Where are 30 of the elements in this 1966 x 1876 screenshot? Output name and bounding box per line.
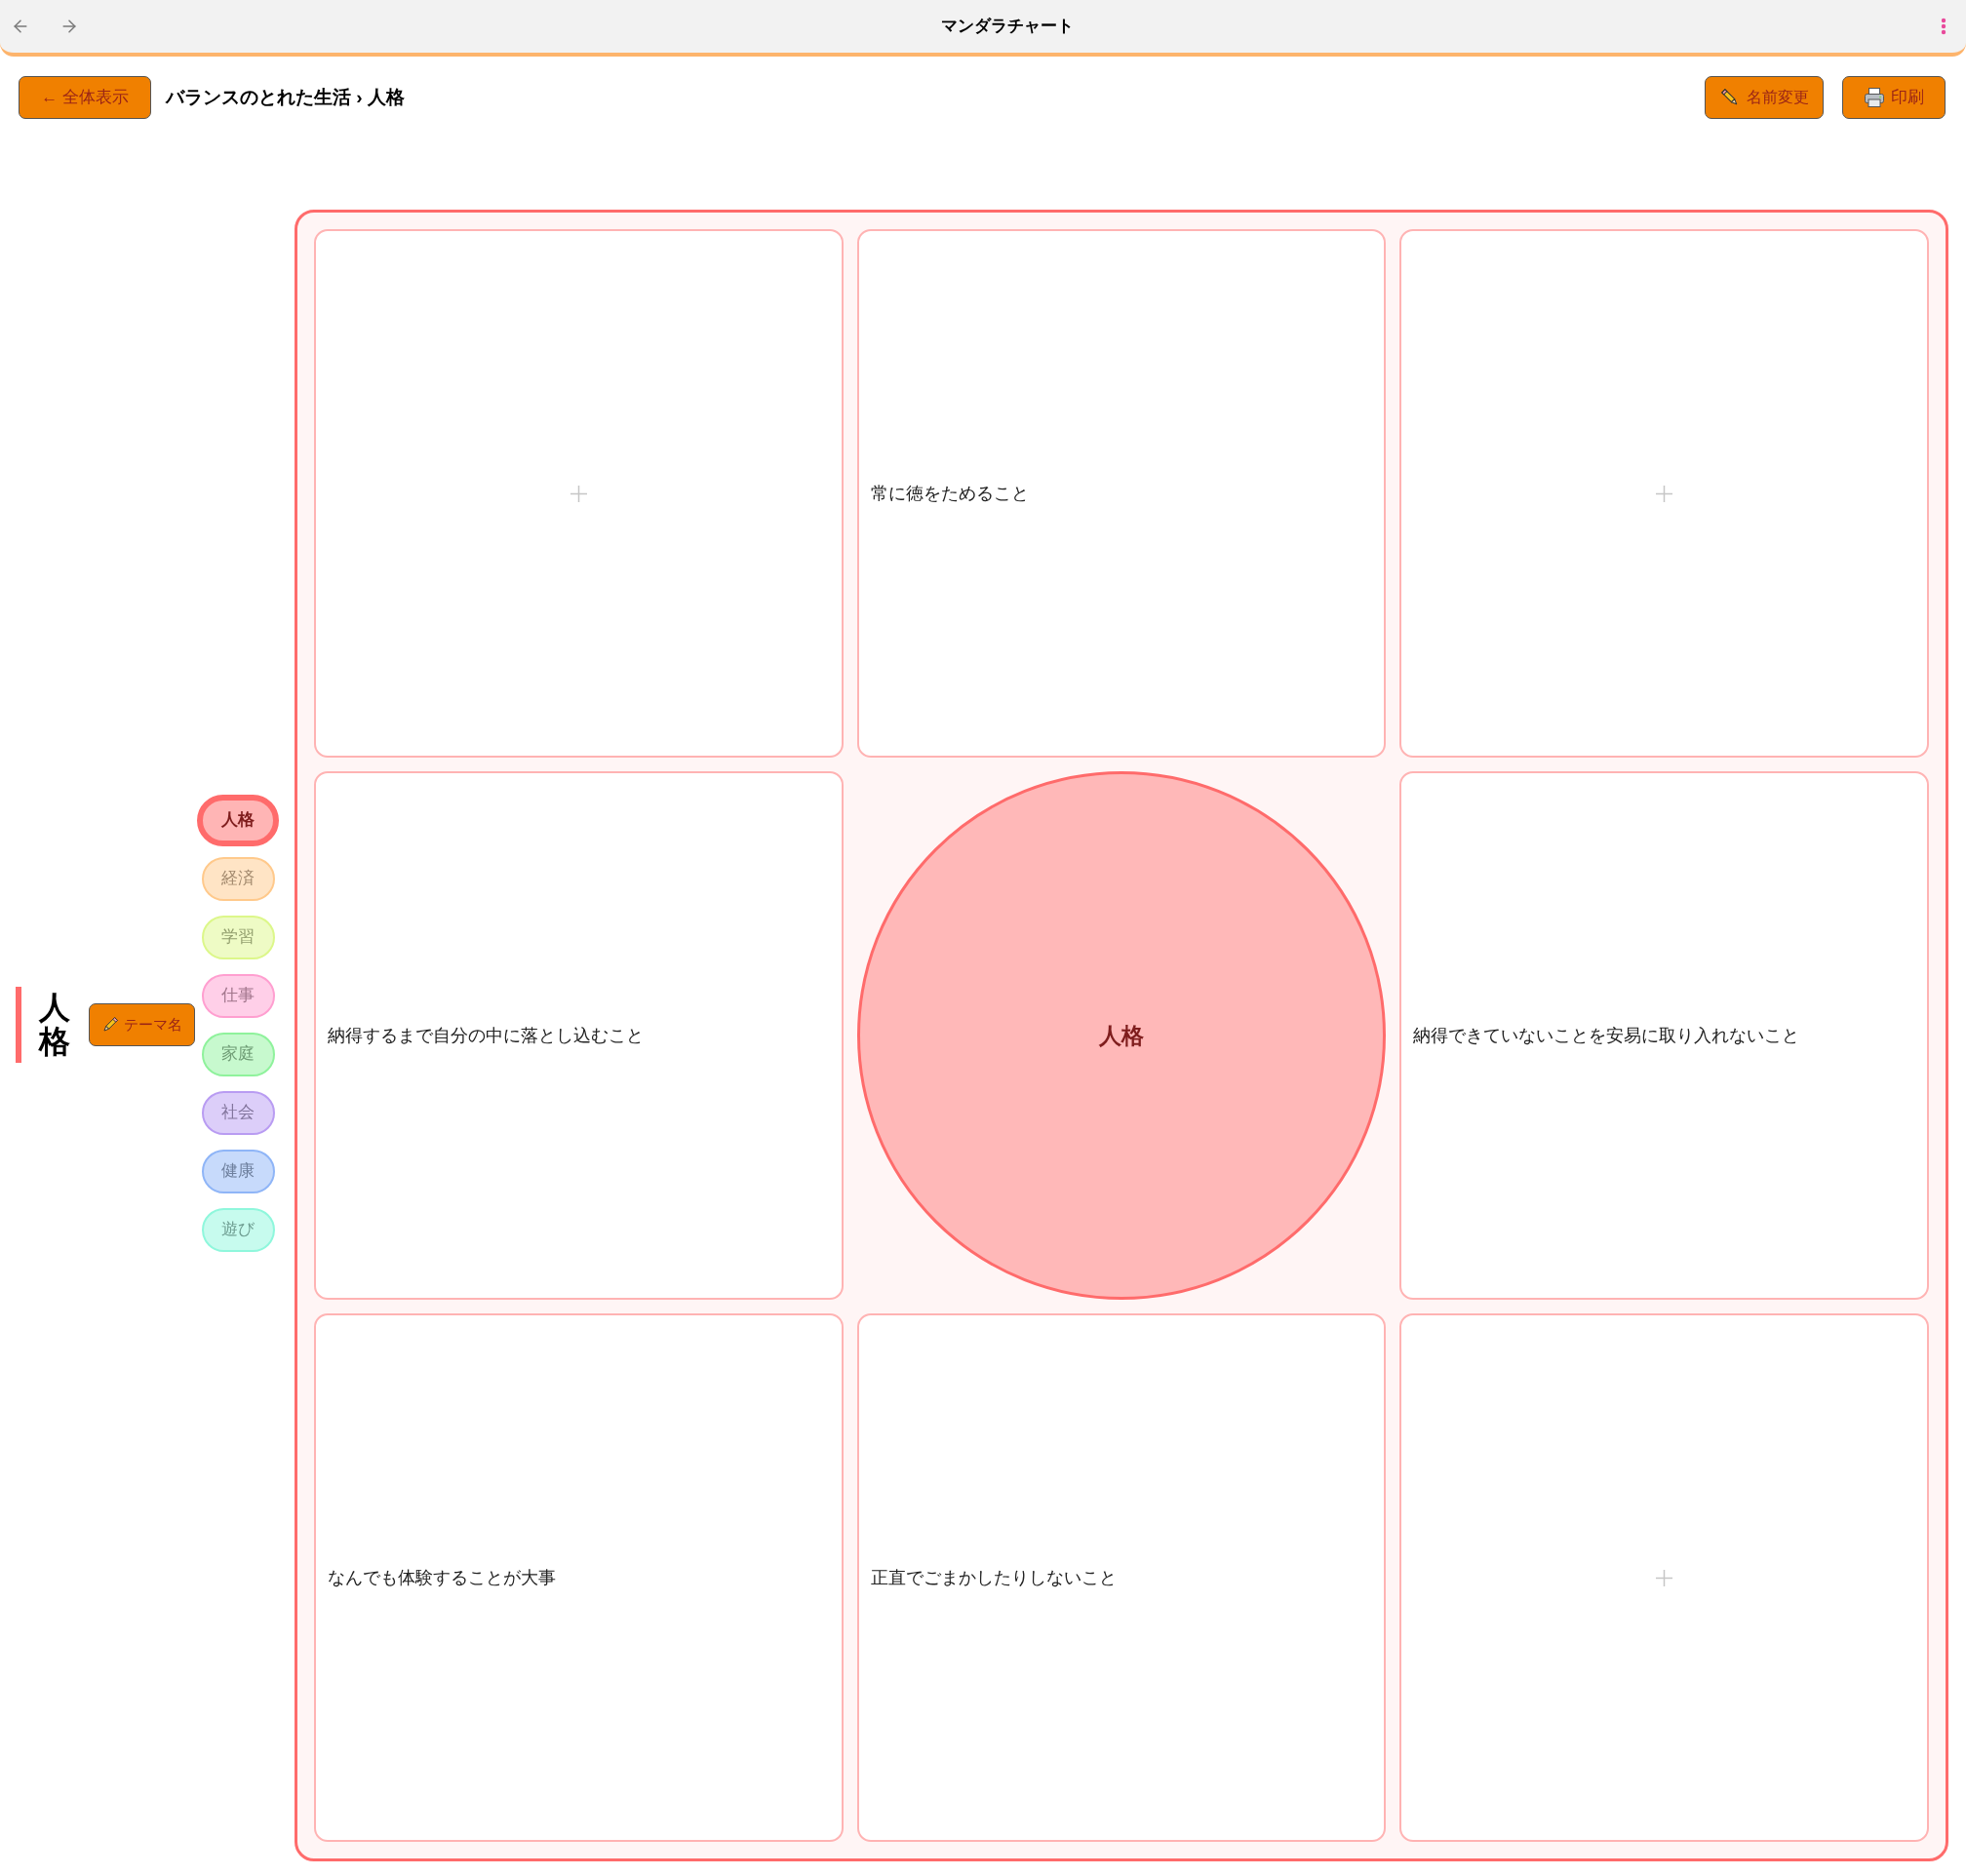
plus-icon — [1656, 485, 1673, 502]
goal-cell[interactable]: なんでも体験することが大事 — [314, 1313, 844, 1842]
theme-title: 人格 — [16, 986, 70, 1064]
window-title: マンダラチャート — [941, 16, 1074, 38]
category-button[interactable]: 学習 — [201, 915, 275, 959]
empty-cell[interactable] — [314, 229, 844, 758]
category-button[interactable]: 経済 — [201, 856, 275, 901]
category-button[interactable]: 遊び — [201, 1207, 275, 1252]
category-button[interactable]: 健康 — [201, 1149, 275, 1193]
plus-icon — [1656, 1569, 1673, 1586]
category-button[interactable]: 人格 — [197, 794, 279, 846]
empty-cell[interactable] — [1399, 229, 1929, 758]
printer-icon — [1864, 87, 1885, 108]
empty-cell[interactable] — [1399, 1313, 1929, 1842]
goal-cell[interactable]: 常に徳をためること — [856, 229, 1387, 758]
category-button[interactable]: 仕事 — [201, 973, 275, 1018]
overview-button[interactable]: ← 全体表示 — [19, 76, 151, 119]
print-button[interactable]: 印刷 — [1842, 76, 1946, 119]
goal-cell[interactable]: 納得するまで自分の中に落とし込むこと — [314, 771, 844, 1300]
pencil-icon — [1719, 88, 1740, 107]
goal-cell[interactable]: 正直でごまかしたりしないこと — [856, 1313, 1387, 1842]
category-button[interactable]: 家庭 — [201, 1032, 275, 1076]
rename-button[interactable]: 名前変更 — [1705, 76, 1824, 119]
goal-cell[interactable]: 納得できていないことを安易に取り入れないこと — [1399, 771, 1929, 1300]
plus-icon — [570, 485, 587, 502]
breadcrumb: バランスのとれた生活 › 人格 — [166, 85, 405, 109]
category-button[interactable]: 社会 — [201, 1090, 275, 1135]
more-menu-icon — [1941, 18, 1946, 35]
theme-name-button[interactable]: テーマ名 — [89, 1003, 195, 1046]
pencil-icon — [101, 1016, 119, 1034]
